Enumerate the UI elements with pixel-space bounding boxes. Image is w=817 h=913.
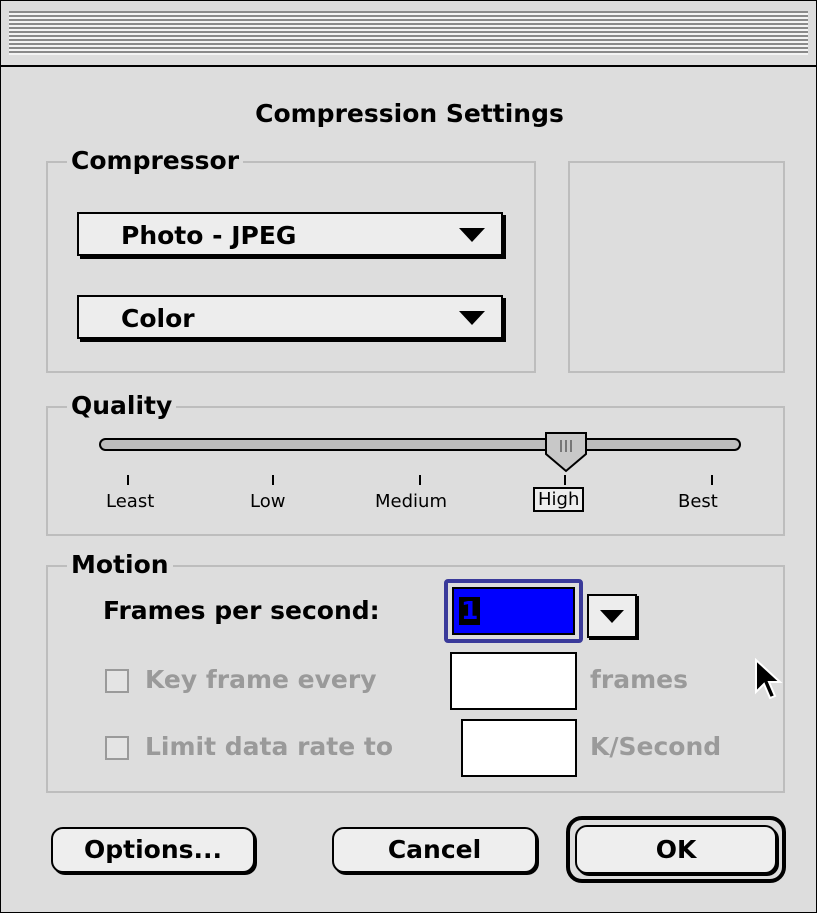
motion-legend: Motion: [67, 551, 173, 579]
quality-tick-least: [127, 475, 129, 485]
quality-label-least: Least: [106, 491, 155, 512]
mouse-pointer-icon: [755, 658, 783, 700]
keyframe-checkbox[interactable]: [105, 669, 129, 693]
quality-tick-best: [711, 475, 713, 485]
fps-menu-button[interactable]: [587, 594, 637, 638]
quality-tick-medium: [419, 475, 421, 485]
quality-slider-track[interactable]: [99, 438, 741, 451]
quality-label-high-selected: High: [533, 487, 585, 512]
datarate-checkbox[interactable]: [105, 736, 129, 760]
quality-label-best: Best: [678, 491, 718, 512]
datarate-unit: K/Second: [590, 732, 722, 761]
title-bar-stripes: [9, 11, 808, 55]
datarate-label: Limit data rate to: [145, 732, 393, 761]
keyframe-unit: frames: [590, 665, 688, 694]
ok-button[interactable]: OK: [575, 825, 777, 874]
quality-label-medium: Medium: [375, 491, 447, 512]
keyframe-input[interactable]: [450, 652, 577, 710]
fps-input-value: 1: [459, 596, 481, 625]
codec-popup[interactable]: Photo - JPEG: [77, 212, 503, 256]
title-bar[interactable]: [1, 1, 816, 67]
quality-tick-low: [272, 475, 274, 485]
fps-input[interactable]: 1: [452, 587, 575, 635]
cancel-button[interactable]: Cancel: [332, 827, 537, 873]
quality-legend: Quality: [67, 392, 177, 420]
compressor-legend: Compressor: [67, 147, 244, 175]
quality-tick-high: [564, 475, 566, 485]
options-button[interactable]: Options...: [51, 827, 255, 873]
compression-settings-dialog: Compression Settings Compressor Photo - …: [0, 0, 817, 913]
fps-label: Frames per second:: [103, 596, 380, 625]
preview-area: [568, 161, 785, 373]
chevron-down-icon: [600, 610, 624, 623]
codec-popup-label: Photo - JPEG: [121, 221, 297, 250]
dialog-title: Compression Settings: [255, 99, 564, 128]
quality-group: [46, 406, 785, 536]
quality-label-low: Low: [250, 491, 286, 512]
keyframe-label: Key frame every: [145, 665, 377, 694]
quality-slider-thumb[interactable]: [543, 430, 589, 474]
chevron-down-icon: [459, 311, 485, 325]
depth-popup[interactable]: Color: [77, 295, 503, 339]
chevron-down-icon: [459, 228, 485, 242]
datarate-input[interactable]: [461, 719, 577, 777]
depth-popup-label: Color: [121, 304, 195, 333]
compressor-group: [46, 161, 536, 373]
